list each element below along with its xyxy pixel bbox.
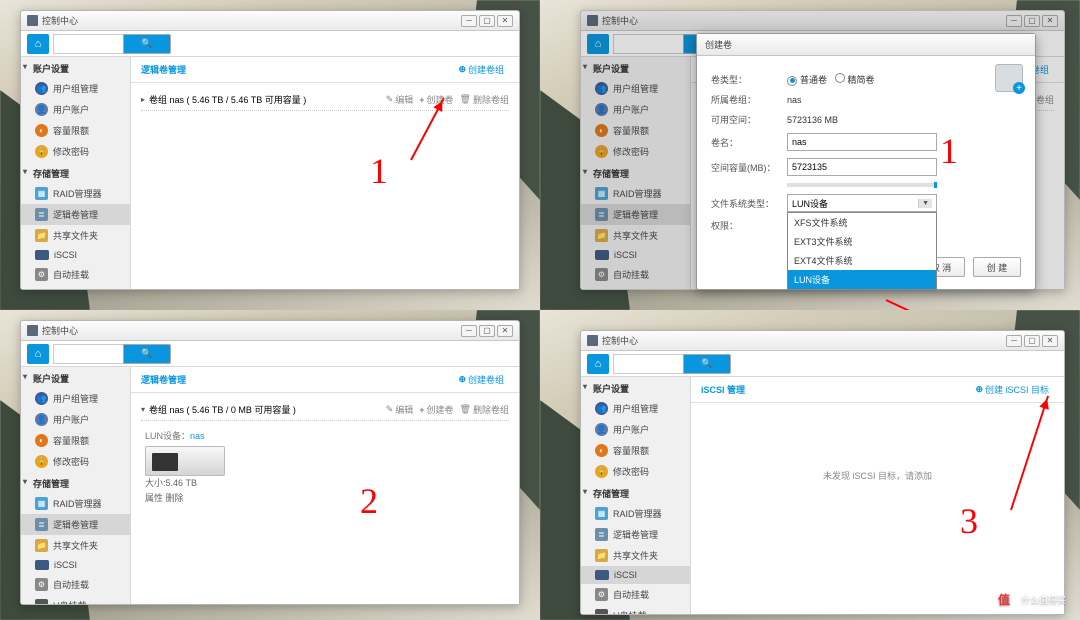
sidebar-group-account[interactable]: 账户设置: [21, 57, 130, 78]
vg-value: nas: [787, 95, 802, 105]
avail-value: 5723136 MB: [787, 115, 838, 125]
watermark-icon: 值: [993, 588, 1015, 610]
create-volgroup-button[interactable]: ⊕创建卷组: [453, 371, 509, 388]
volume-type-icon: [995, 64, 1023, 92]
toolbar: ⌂ 🔍: [21, 31, 519, 57]
ok-button[interactable]: 创 建: [973, 257, 1021, 277]
content-pane: 逻辑卷管理 ⊕创建卷组 ▸ 卷组 nas ( 5.46 TB / 5.46 TB…: [131, 57, 519, 289]
search-input[interactable]: [53, 34, 123, 54]
sidebar-item-user[interactable]: 👤用户账户: [21, 99, 130, 120]
create-volume-dialog: 创建卷 卷类型： 普通卷 精简卷 所属卷组：nas 可用空间：5723136 M…: [696, 33, 1036, 290]
size-slider[interactable]: [787, 183, 937, 187]
volume-size-input[interactable]: [787, 158, 937, 176]
sidebar-item-iscsi[interactable]: iSCSI: [581, 566, 690, 584]
sidebar-item-password[interactable]: 🔒修改密码: [21, 141, 130, 162]
control-center-window: 控制中心 ─▢✕ ⌂ 🔍 账户设置 👥用户组管理 👤用户账户 ◐容量限额 🔒修改…: [580, 10, 1065, 290]
create-volume-button[interactable]: +创建卷: [419, 93, 453, 106]
window-title: 控制中心: [42, 14, 78, 27]
delete-volgroup-button[interactable]: 🗑删除卷组: [460, 93, 509, 106]
content-title: 逻辑卷管理: [141, 63, 186, 76]
sidebar-item-iscsi[interactable]: iSCSI: [21, 246, 130, 264]
lun-card: LUN设备：nas 大小:5.46 TB属性 删除: [141, 421, 509, 514]
edit-button[interactable]: ✎编辑: [386, 93, 414, 106]
radio-normal[interactable]: [787, 76, 797, 86]
volume-group-row[interactable]: ▸ 卷组 nas ( 5.46 TB / 5.46 TB 可用容量 ) ✎编辑 …: [141, 89, 509, 111]
maximize-button[interactable]: ▢: [479, 15, 495, 27]
sidebar-item-share[interactable]: 📁共享文件夹: [21, 225, 130, 246]
filesystem-dropdown-list: XFS文件系统 EXT3文件系统 EXT4文件系统 LUN设备: [787, 212, 937, 290]
close-button[interactable]: ✕: [497, 15, 513, 27]
sidebar-item-quota[interactable]: ◐容量限额: [21, 120, 130, 141]
empty-state: 未发现 iSCSI 目标，请添加: [701, 469, 1054, 482]
control-center-window: 控制中心 ─▢✕ ⌂ 🔍 账户设置 👥用户组管理 👤用户账户 ◐容量限额 🔒修改…: [580, 330, 1065, 615]
sidebar-item-usb[interactable]: ⇔U盘挂载: [21, 285, 130, 289]
sidebar-item-mount[interactable]: ⚙自动挂载: [21, 264, 130, 285]
titlebar[interactable]: 控制中心 ─ ▢ ✕: [21, 11, 519, 31]
sidebar: 账户设置 👥用户组管理 👤用户账户 ◐容量限额 🔒修改密码 存储管理 ▦RAID…: [21, 57, 131, 289]
create-volgroup-button[interactable]: ⊕创建卷组: [453, 61, 509, 78]
filesystem-select[interactable]: LUN设备▼: [787, 194, 937, 212]
caret-down-icon: ▼: [918, 199, 932, 208]
fs-option[interactable]: EXT4文件系统: [788, 251, 936, 270]
minimize-button[interactable]: ─: [461, 15, 477, 27]
lun-name-link[interactable]: nas: [190, 431, 205, 441]
fs-option[interactable]: EXT3文件系统: [788, 232, 936, 251]
lun-ops[interactable]: 属性 删除: [145, 493, 184, 503]
device-image: [145, 446, 225, 476]
radio-thin[interactable]: [835, 73, 845, 83]
home-button[interactable]: ⌂: [27, 34, 49, 54]
control-center-window: 控制中心 ─ ▢ ✕ ⌂ 🔍 账户设置 👥用户组管理 👤用户账户 ◐容量限额 🔒…: [20, 10, 520, 290]
watermark: 值什么值得买: [993, 588, 1066, 610]
sidebar-item-raid[interactable]: ▦RAID管理器: [21, 183, 130, 204]
volume-group-row[interactable]: ▾卷组 nas ( 5.46 TB / 0 MB 可用容量 ) ✎编辑 +创建卷…: [141, 399, 509, 421]
fs-option-selected[interactable]: LUN设备: [788, 270, 936, 289]
sidebar-item-usergroup[interactable]: 👥用户组管理: [21, 78, 130, 99]
app-icon: [27, 15, 38, 26]
volgroup-label: 卷组 nas ( 5.46 TB / 5.46 TB 可用容量 ): [149, 93, 306, 106]
content-title: iSCSI 管理: [701, 383, 745, 396]
sidebar-group-storage[interactable]: 存储管理: [21, 162, 130, 183]
plus-icon: ⊕: [458, 64, 466, 75]
control-center-window: 控制中心 ─▢✕ ⌂ 🔍 账户设置 👥用户组管理 👤用户账户 ◐容量限额 🔒修改…: [20, 320, 520, 605]
expand-icon[interactable]: ▸: [141, 95, 145, 104]
plus-icon: +: [419, 95, 424, 105]
search-button[interactable]: 🔍: [123, 34, 171, 54]
dialog-title[interactable]: 创建卷: [697, 34, 1035, 56]
fs-option[interactable]: XFS文件系统: [788, 213, 936, 232]
create-iscsi-target-button[interactable]: ⊕创建 iSCSI 目标: [970, 381, 1054, 398]
volume-name-input[interactable]: [787, 133, 937, 151]
sidebar-item-volume[interactable]: ≣逻辑卷管理: [21, 204, 130, 225]
